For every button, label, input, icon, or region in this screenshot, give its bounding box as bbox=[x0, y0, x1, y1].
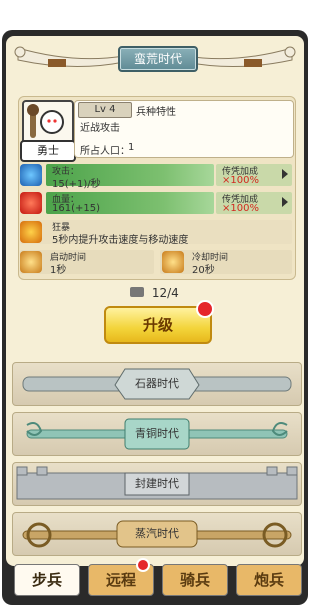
unit-type-tabs: 步兵 远程 骑兵 炮兵 bbox=[10, 564, 302, 596]
era-stone-age[interactable]: 石器时代 bbox=[12, 362, 302, 406]
tab-cavalry[interactable]: 骑兵 bbox=[162, 564, 228, 596]
tab-notification-badge bbox=[136, 558, 150, 572]
era-bronze-age[interactable]: 青铜时代 bbox=[12, 412, 302, 456]
hp-row: 血量： 161(+15) 传凭加成 ×100% bbox=[20, 192, 292, 214]
unit-name: 勇士 bbox=[20, 140, 76, 162]
era-label: 蒸汽时代 bbox=[135, 527, 179, 540]
attack-bonus-button[interactable]: 传凭加成 ×100% bbox=[216, 164, 292, 186]
era-label: 青铜时代 bbox=[135, 427, 179, 440]
notification-badge bbox=[196, 300, 214, 318]
page-title: 蛮荒时代 bbox=[118, 46, 198, 72]
era-label: 封建时代 bbox=[135, 477, 179, 490]
attack-value: 15(+1)/秒 bbox=[52, 179, 101, 190]
cooldown-icon bbox=[162, 251, 184, 273]
chevron-right-icon bbox=[282, 169, 288, 179]
skill-row: 狂暴 5秒内提升攻击速度与移动速度 bbox=[20, 220, 292, 246]
population-value: 1 bbox=[128, 142, 135, 153]
cooldown-value: 20秒 bbox=[192, 265, 215, 276]
stone-icon bbox=[130, 287, 144, 297]
clock-icon bbox=[20, 251, 42, 273]
trait-desc: 近战攻击 bbox=[80, 123, 120, 134]
start-time-value: 1秒 bbox=[50, 265, 67, 276]
era-label: 石器时代 bbox=[135, 377, 179, 390]
trait-title: 兵种特性 bbox=[136, 107, 176, 118]
heart-icon bbox=[20, 192, 42, 214]
tab-infantry[interactable]: 步兵 bbox=[14, 564, 80, 596]
hp-bonus-value: ×100% bbox=[222, 203, 259, 214]
attack-bonus-value: ×100% bbox=[222, 175, 259, 186]
upgrade-cost: 12/4 bbox=[130, 286, 179, 300]
attack-row: 攻击： 15(+1)/秒 传凭加成 ×100% bbox=[20, 164, 292, 190]
tab-artillery[interactable]: 炮兵 bbox=[236, 564, 302, 596]
skill-desc: 5秒内提升攻击速度与移动速度 bbox=[52, 235, 189, 246]
population-label: 所占人口： bbox=[80, 146, 130, 157]
attack-icon bbox=[20, 164, 42, 186]
unit-level: Lv 4 bbox=[78, 102, 132, 118]
warrior-icon bbox=[27, 104, 64, 138]
chevron-right-icon bbox=[282, 197, 288, 207]
rage-icon bbox=[20, 221, 42, 243]
cooldown-box: 冷却时间 20秒 bbox=[160, 250, 292, 276]
cost-value: 12/4 bbox=[151, 286, 179, 300]
hp-value: 161(+15) bbox=[52, 203, 100, 214]
era-steam-age[interactable]: 蒸汽时代 bbox=[12, 512, 302, 556]
start-time-box: 启动时间 1秒 bbox=[20, 250, 154, 276]
hp-bonus-button[interactable]: 传凭加成 ×100% bbox=[216, 192, 292, 214]
era-feudal-age[interactable]: 封建时代 bbox=[12, 462, 302, 506]
